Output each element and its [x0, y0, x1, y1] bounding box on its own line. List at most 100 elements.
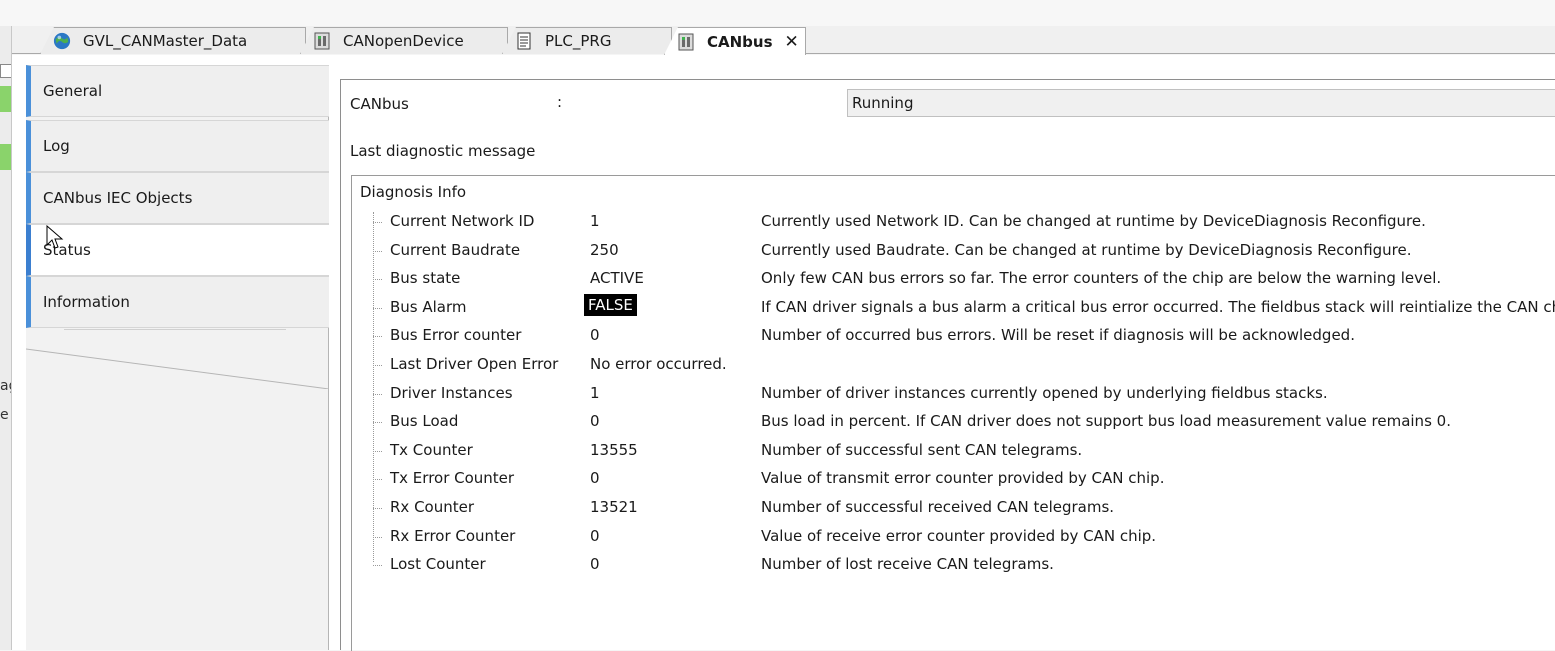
tab-canbus[interactable]: CANbus ✕: [664, 27, 806, 55]
tree-branch: [373, 536, 382, 538]
diagnosis-row-value: FALSE: [584, 293, 637, 316]
nav-item-general[interactable]: General: [26, 65, 329, 117]
status-bar-fragment: [0, 144, 11, 170]
nav-item-label: Information: [43, 293, 130, 311]
diagnosis-row[interactable]: Bus Alarm FALSE If CAN driver signals a bu…: [352, 293, 1555, 322]
diagnosis-row-name: Bus Alarm: [390, 297, 467, 316]
diagnosis-row[interactable]: Driver Instances 1 Number of driver instan…: [352, 380, 1555, 408]
diagnosis-row-value: ACTIVE: [590, 269, 644, 288]
tree-branch: [373, 450, 382, 452]
tab-label: CANbus: [707, 32, 773, 51]
diagnosis-row-description: Value of receive error counter provided …: [761, 526, 1157, 545]
diagnosis-row-name: Last Driver Open Error: [390, 355, 559, 373]
nav-item-log[interactable]: Log: [26, 120, 329, 172]
tree-branch: [373, 479, 382, 481]
tree-branch: [373, 222, 382, 223]
diagnosis-row-name: Rx Counter: [390, 498, 475, 516]
diagnosis-row[interactable]: Bus state ACTIVE Only few CAN bus errors s…: [352, 265, 1555, 293]
device-name-label: CANbus: [350, 95, 409, 113]
diagnosis-row[interactable]: Bus Error counter 0 Number of occurred bus…: [352, 322, 1555, 350]
diagnosis-row-name: Tx Error Counter: [390, 469, 515, 488]
tree-branch: [373, 393, 382, 395]
truncated-text: ag: [0, 378, 11, 394]
diagnosis-row[interactable]: Bus Load 0 Bus load in percent. If CAN dri…: [352, 408, 1555, 436]
diagnosis-row-description: Number of successful sent CAN telegrams.: [761, 440, 1083, 459]
diagnosis-row-description: Only few CAN bus errors so far. The erro…: [761, 269, 1442, 288]
diagnosis-row[interactable]: Rx Counter 13521 Number of successful rece…: [352, 494, 1555, 522]
diagnosis-row-description: Currently used Baudrate. Can be changed …: [761, 240, 1412, 259]
tab-label: PLC_PRG: [545, 32, 612, 50]
tree-branch: [373, 365, 382, 366]
close-icon[interactable]: ✕: [785, 32, 799, 52]
diagnosis-row-name: Current Baudrate: [390, 240, 521, 259]
diagnosis-row-description: Number of occurred bus errors. Will be r…: [761, 326, 1355, 345]
tab-canopen-device[interactable]: CANopenDevice: [300, 27, 508, 54]
diagnosis-row-value: 1: [590, 212, 600, 230]
diagnosis-row-description: Number of driver instances currently ope…: [761, 383, 1328, 402]
device-status-text: Running: [852, 94, 914, 112]
diagnosis-row-description: Bus load in percent. If CAN driver does …: [761, 412, 1451, 431]
nav-item-label: CANbus IEC Objects: [43, 189, 193, 207]
nav-item-status[interactable]: Status: [26, 224, 329, 276]
diagnosis-row-value: 0: [590, 326, 600, 345]
nav-item-information[interactable]: Information: [26, 276, 329, 328]
diagnosis-row[interactable]: Last Driver Open Error No error occurred.: [352, 351, 1555, 379]
diagnosis-info-tree: Diagnosis Info Current Network ID 1 Curren…: [351, 175, 1555, 651]
diagnosis-row-value: 0: [590, 555, 600, 574]
diagnosis-row-value: 13555: [590, 440, 638, 459]
tab-gvl-canmaster-data[interactable]: GVL_CANMaster_Data: [40, 27, 306, 54]
globe-icon: [53, 32, 71, 50]
editor-tab-bar: GVL_CANMaster_Data CANopenDevice PLC_PRG…: [12, 26, 1555, 55]
diagnosis-row-description: Number of successful received CAN telegr…: [761, 498, 1115, 516]
dropdown-fragment[interactable]: [0, 64, 11, 78]
device-icon: [677, 33, 695, 51]
diagnosis-row-value: 0: [590, 526, 600, 545]
tree-branch: [373, 307, 382, 309]
diagnosis-row[interactable]: Lost Counter 0 Number of lost receive CAN …: [352, 551, 1555, 579]
diagnosis-row-name: Rx Error Counter: [390, 526, 516, 545]
diagnosis-row-value: 1: [590, 383, 600, 402]
diagnosis-row[interactable]: Current Network ID 1 Currently used Networ…: [352, 208, 1555, 236]
diagnosis-row-description: Number of lost receive CAN telegrams.: [761, 555, 1054, 574]
truncated-text: e: [0, 407, 9, 423]
diagnosis-row-name: Bus Load: [390, 412, 459, 431]
diagnosis-row[interactable]: Tx Error Counter 0 Value of transmit error…: [352, 465, 1555, 493]
diagnosis-row[interactable]: Tx Counter 13555 Number of successful sent…: [352, 437, 1555, 465]
nav-tail-edge: [26, 348, 329, 389]
diagnosis-row-value: 13521: [590, 498, 638, 516]
device-icon: [313, 32, 331, 50]
diagnosis-row-name: Tx Counter: [390, 440, 473, 459]
tree-branch: [373, 279, 382, 281]
diagnosis-row-value: 250: [590, 240, 619, 259]
diagnosis-row-name: Bus state: [390, 269, 461, 288]
device-status-value: Running: [847, 89, 1555, 117]
tab-label: CANopenDevice: [343, 32, 464, 50]
nav-item-label: General: [43, 82, 103, 100]
device-editor-nav: General Log CANbus IEC Objects Status In…: [26, 65, 329, 650]
diagnosis-info-title: Diagnosis Info: [360, 183, 467, 201]
nav-item-label: Log: [43, 137, 70, 155]
diagnosis-row[interactable]: Rx Error Counter 0 Value of receive error …: [352, 523, 1555, 551]
status-bar-fragment: [0, 86, 11, 112]
diagnosis-row-description: If CAN driver signals a bus alarm a crit…: [761, 297, 1555, 316]
tree-branch: [373, 565, 382, 567]
tab-plc-prg[interactable]: PLC_PRG: [502, 27, 672, 54]
nav-item-canbus-iec-objects[interactable]: CANbus IEC Objects: [26, 172, 329, 224]
last-diagnostic-label: Last diagnostic message: [350, 142, 536, 160]
tab-label: GVL_CANMaster_Data: [83, 32, 248, 50]
diagnosis-row-name: Bus Error counter: [390, 326, 522, 345]
diagnosis-row-name: Lost Counter: [390, 555, 486, 574]
diagnosis-row-value: 0: [590, 469, 600, 488]
device-editor: General Log CANbus IEC Objects Status In…: [12, 55, 1555, 651]
tree-branch: [373, 422, 382, 424]
diagnosis-row-name: Current Network ID: [390, 212, 535, 230]
diagnosis-row-description: Value of transmit error counter provided…: [761, 469, 1165, 488]
diagnosis-row[interactable]: Current Baudrate 250 Currently used Baudra…: [352, 237, 1555, 265]
diagnosis-row-value: No error occurred.: [590, 355, 727, 373]
diagnosis-row-name: Driver Instances: [390, 383, 513, 402]
left-docked-panel: ag e: [0, 26, 12, 650]
status-content-panel: CANbus : Running Last diagnostic message…: [340, 79, 1555, 651]
tree-branch: [373, 250, 382, 252]
diagnosis-row-value: 0: [590, 412, 600, 431]
document-icon: [515, 32, 533, 50]
